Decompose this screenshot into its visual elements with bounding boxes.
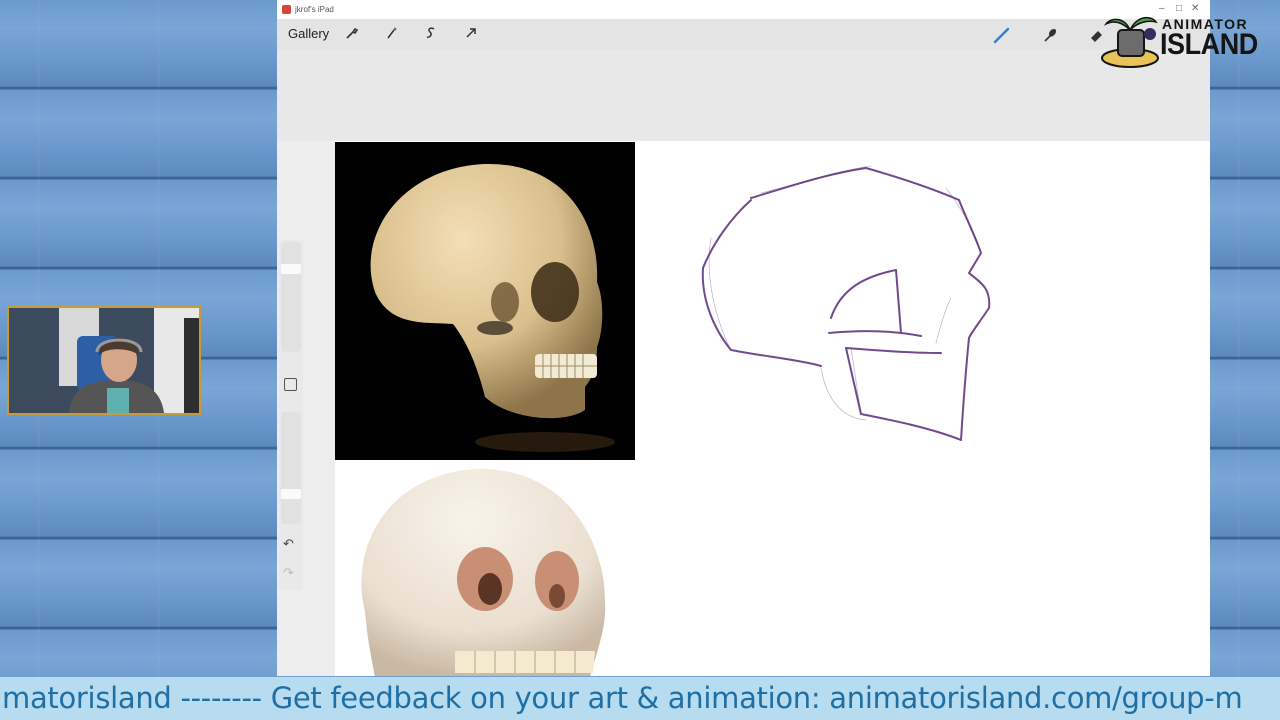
opacity-slider[interactable] — [281, 412, 301, 524]
redo-icon[interactable]: ↷ — [283, 565, 294, 581]
magic-wand-icon[interactable] — [384, 26, 400, 42]
app-icon — [282, 5, 291, 14]
smudge-icon[interactable] — [1041, 26, 1059, 44]
skull-side-photo — [335, 142, 635, 460]
undo-icon[interactable]: ↶ — [283, 536, 294, 552]
window-title: jkrof's iPad — [295, 5, 334, 14]
skull-sketch-drawing — [691, 158, 1011, 458]
canvas-top-margin — [277, 49, 1210, 141]
window-titlebar: jkrof's iPad – □ ✕ — [277, 0, 1210, 19]
procreate-toolbar: Gallery — [277, 19, 1210, 49]
gallery-button[interactable]: Gallery — [288, 26, 329, 41]
brush-size-slider[interactable] — [281, 242, 301, 352]
animator-island-logo: ANIMATOR ISLAND — [1100, 8, 1260, 68]
opacity-knob[interactable] — [281, 488, 301, 499]
wrench-icon[interactable] — [344, 26, 360, 42]
logo-text-bottom: ISLAND — [1160, 28, 1258, 61]
selection-icon[interactable] — [423, 26, 439, 42]
brush-size-knob[interactable] — [281, 264, 301, 274]
webcam-feed — [7, 306, 201, 415]
transform-arrow-icon[interactable] — [463, 26, 479, 42]
brush-icon[interactable] — [993, 26, 1011, 44]
skull-front-photo — [335, 461, 635, 676]
ticker-text: matorisland -------- Get feedback on you… — [2, 681, 1243, 715]
procreate-sidebar: ↶ ↷ — [279, 240, 303, 590]
modify-button[interactable] — [284, 378, 297, 391]
ipad-mirror-window: jkrof's iPad – □ ✕ Gallery ↶ ↷ — [277, 0, 1210, 676]
bottom-ticker: matorisland -------- Get feedback on you… — [0, 677, 1280, 720]
